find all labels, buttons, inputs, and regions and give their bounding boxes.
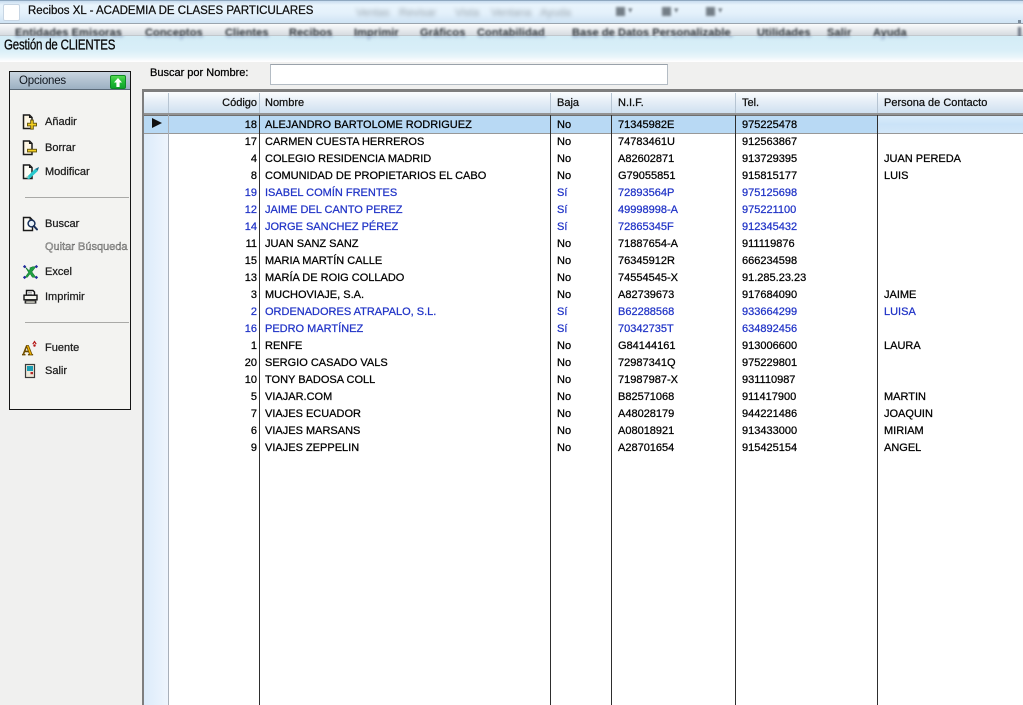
- svg-text:A: A: [22, 343, 33, 356]
